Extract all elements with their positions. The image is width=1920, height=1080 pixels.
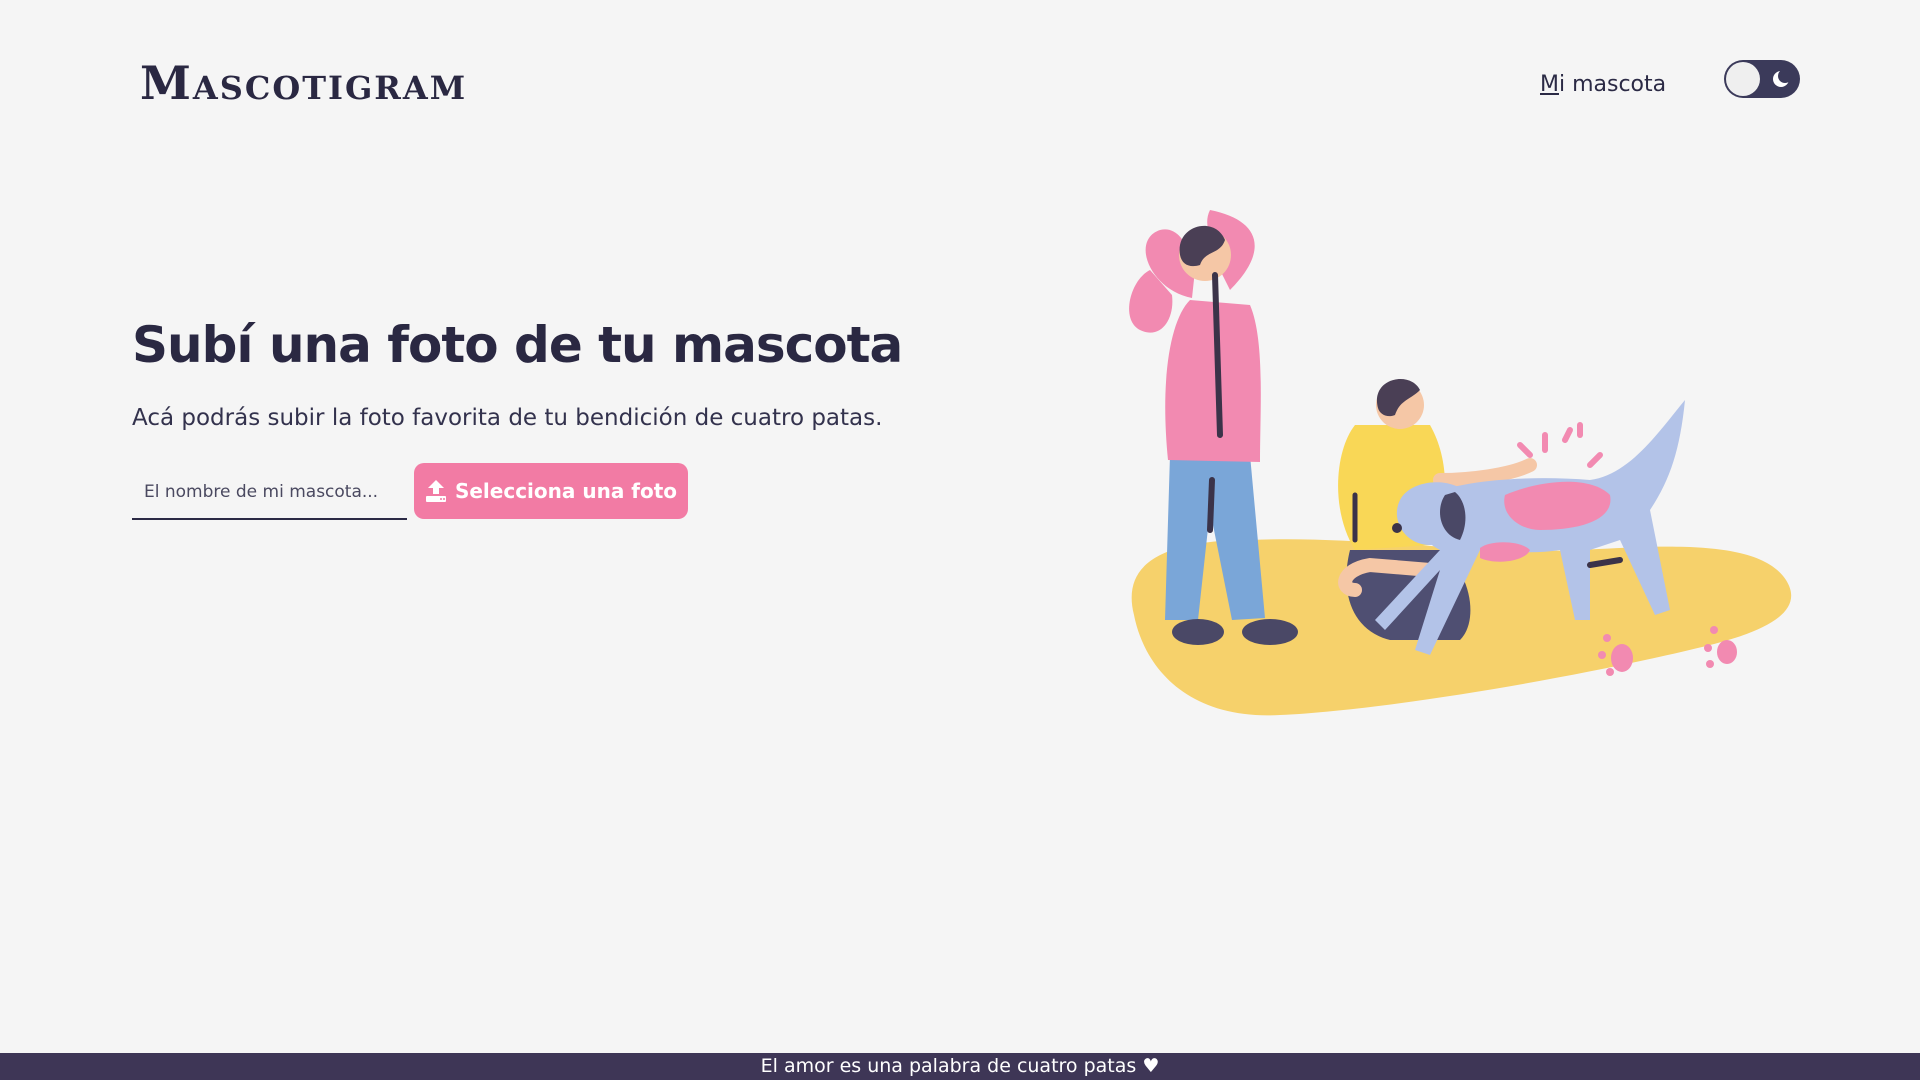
app-logo[interactable]: Mascotigram: [140, 56, 467, 110]
toggle-knob: [1726, 62, 1760, 96]
page: Mascotigram Mi mascota Subí una foto de …: [0, 0, 1920, 1080]
my-pet-link-rest: i mascota: [1558, 72, 1667, 97]
my-pet-link-underlined: M: [1540, 72, 1559, 97]
people-with-dog-illustration: [1129, 210, 1792, 716]
page-subtitle: Acá podrás subir la foto favorita de tu …: [132, 405, 883, 431]
footer: El amor es una palabra de cuatro patas ♥: [0, 1053, 1920, 1080]
dark-mode-toggle[interactable]: [1724, 60, 1800, 98]
page-title: Subí una foto de tu mascota: [132, 316, 903, 374]
upload-icon: [425, 480, 446, 502]
moon-icon: [1773, 69, 1792, 87]
select-photo-button[interactable]: Selecciona una foto: [414, 463, 688, 519]
my-pet-link[interactable]: Mi mascota: [1540, 70, 1666, 100]
pet-name-input[interactable]: [132, 466, 407, 520]
select-photo-label: Selecciona una foto: [454, 479, 678, 503]
